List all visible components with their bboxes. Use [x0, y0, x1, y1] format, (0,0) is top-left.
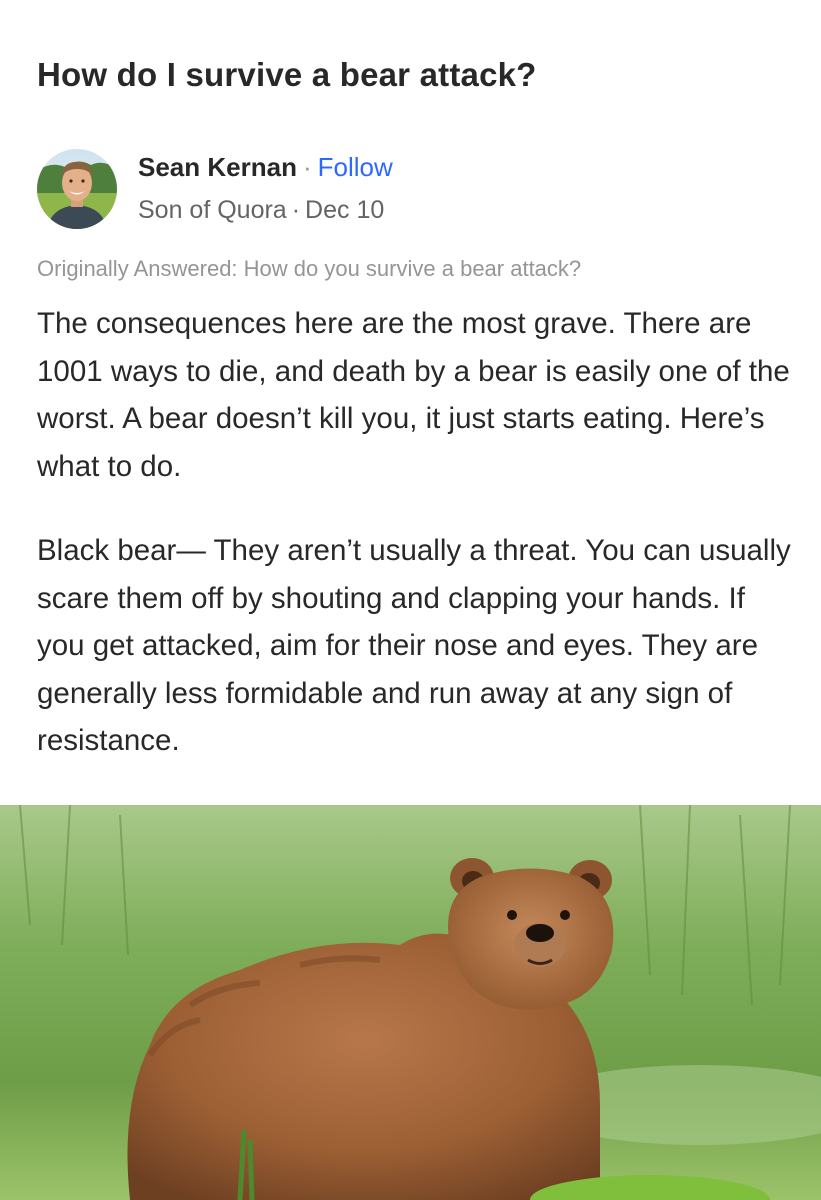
author-line: Sean Kernan · Follow: [138, 152, 393, 183]
answer-paragraph: Black bear— They aren’t usually a threat…: [37, 534, 791, 757]
author-credential-line: Son of Quora · Dec 10: [138, 196, 384, 225]
answer-paragraph: The consequences here are the most grave…: [37, 307, 790, 483]
author-credential[interactable]: Son of Quora: [138, 196, 287, 224]
answer-image[interactable]: [0, 805, 821, 1200]
avatar-photo-icon: [37, 149, 117, 229]
question-title[interactable]: How do I survive a bear attack?: [37, 56, 537, 94]
credential-separator: ·: [291, 196, 301, 224]
author-name[interactable]: Sean Kernan: [138, 152, 297, 182]
author-separator: ·: [302, 152, 312, 182]
follow-button[interactable]: Follow: [318, 152, 393, 182]
author-avatar[interactable]: [37, 149, 117, 229]
originally-answered-question[interactable]: Originally Answered: How do you survive …: [37, 256, 581, 282]
brown-bear-photo-icon: [0, 805, 821, 1200]
answer-date[interactable]: Dec 10: [305, 196, 384, 224]
